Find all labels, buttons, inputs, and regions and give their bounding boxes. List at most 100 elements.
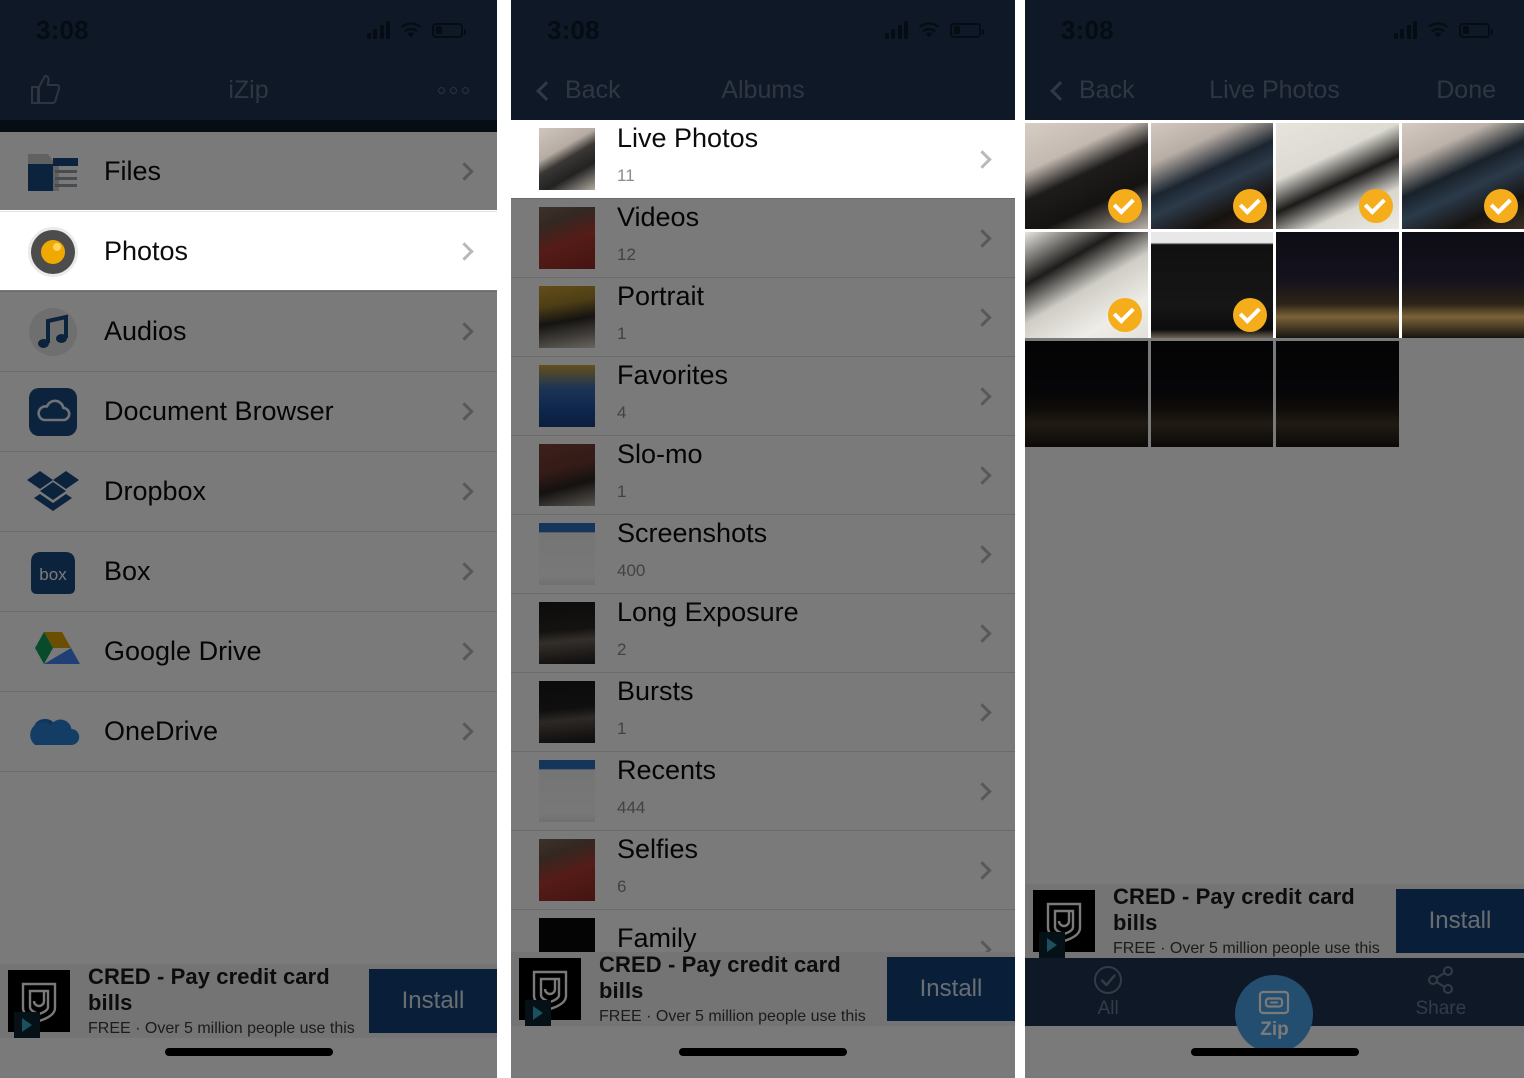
album-thumbnail bbox=[539, 681, 595, 743]
more-options-icon[interactable] bbox=[438, 86, 469, 94]
album-thumbnail bbox=[539, 365, 595, 427]
ad-subtitle: FREE · Over 5 million people use this bbox=[1113, 940, 1380, 957]
list-item[interactable]: Favorites 4 bbox=[511, 357, 1015, 436]
tab-share[interactable]: Share bbox=[1358, 965, 1524, 1020]
photo-cell[interactable] bbox=[1276, 123, 1399, 229]
album-name: Live Photos bbox=[617, 122, 759, 153]
zip-archive-icon bbox=[1258, 987, 1290, 1017]
install-button[interactable]: Install bbox=[887, 957, 1015, 1021]
chevron-right-icon bbox=[455, 162, 474, 181]
selected-check-icon[interactable] bbox=[1107, 298, 1142, 332]
cred-shield-icon bbox=[8, 970, 70, 1038]
ad-title: CRED - Pay credit card bills bbox=[1113, 884, 1355, 935]
list-item[interactable]: Recents 444 bbox=[511, 752, 1015, 831]
selected-check-icon[interactable] bbox=[1484, 189, 1518, 223]
photo-grid bbox=[1025, 120, 1524, 447]
sidebar-item-onedrive[interactable]: OneDrive bbox=[0, 692, 497, 772]
photo-cell[interactable] bbox=[1276, 341, 1399, 447]
ad-banner[interactable]: CRED - Pay credit card bills FREE · Over… bbox=[511, 952, 1015, 1026]
ad-text: CRED - Pay credit card bills FREE · Over… bbox=[599, 952, 887, 1026]
chevron-right-icon bbox=[455, 562, 474, 581]
done-label: Done bbox=[1436, 75, 1496, 104]
photo-cell[interactable] bbox=[1276, 232, 1399, 338]
list-item[interactable]: Bursts 1 bbox=[511, 673, 1015, 752]
sidebar-item-files[interactable]: Files bbox=[0, 132, 497, 212]
chevron-right-icon bbox=[973, 465, 992, 485]
selected-check-icon[interactable] bbox=[1358, 189, 1393, 223]
list-item[interactable]: Selfies 6 bbox=[511, 831, 1015, 910]
status-time: 3:08 bbox=[547, 14, 600, 45]
photo-cell[interactable] bbox=[1025, 123, 1148, 229]
sidebar-item-label: Audios bbox=[104, 316, 187, 346]
chevron-right-icon bbox=[973, 623, 992, 643]
wifi-icon bbox=[918, 21, 940, 39]
photo-cell-empty bbox=[1402, 341, 1524, 447]
photo-cell[interactable] bbox=[1401, 123, 1524, 229]
install-button[interactable]: Install bbox=[1396, 889, 1524, 953]
album-count: 400 bbox=[617, 561, 646, 581]
album-count: 1 bbox=[617, 324, 627, 344]
ad-choices-icon[interactable] bbox=[525, 1000, 551, 1026]
tab-label: All bbox=[1097, 997, 1119, 1019]
list-item[interactable]: Live Photos 11 bbox=[511, 120, 1015, 199]
photo-cell[interactable] bbox=[1150, 232, 1273, 338]
album-name: Portrait bbox=[617, 280, 705, 311]
chevron-right-icon bbox=[455, 242, 474, 261]
album-count: 1 bbox=[617, 482, 627, 502]
list-item[interactable]: Screenshots 400 bbox=[511, 515, 1015, 594]
selected-check-icon[interactable] bbox=[1233, 189, 1267, 223]
panel-gap-1 bbox=[497, 0, 511, 1078]
chevron-right-icon bbox=[973, 544, 992, 564]
files-folder-icon bbox=[22, 141, 84, 203]
list-item[interactable]: Portrait 1 bbox=[511, 278, 1015, 357]
battery-icon bbox=[1459, 22, 1493, 38]
tab-label: Zip bbox=[1260, 1019, 1289, 1040]
music-note-icon bbox=[22, 301, 84, 363]
ad-banner[interactable]: CRED - Pay credit card bills FREE · Over… bbox=[0, 964, 497, 1038]
photo-cell[interactable] bbox=[1025, 341, 1148, 447]
album-thumbnail bbox=[539, 286, 595, 348]
album-name: Favorites bbox=[617, 359, 729, 390]
sidebar-item-box[interactable]: box Box bbox=[0, 532, 497, 612]
photo-thumbnail bbox=[1150, 341, 1273, 447]
cred-shield-icon bbox=[519, 958, 581, 1026]
status-indicators bbox=[884, 21, 984, 39]
photo-thumbnail bbox=[1276, 232, 1399, 338]
sidebar-item-label: Files bbox=[104, 156, 162, 186]
status-bar: 3:08 bbox=[0, 0, 497, 60]
photo-grid-container bbox=[1025, 120, 1524, 980]
thumbs-up-icon[interactable] bbox=[28, 73, 64, 107]
sidebar-item-document-browser[interactable]: Document Browser bbox=[0, 372, 497, 452]
install-button[interactable]: Install bbox=[369, 969, 497, 1033]
battery-icon bbox=[432, 22, 466, 38]
panel-live-photos: 3:08 Back Live Photos Done CRED - Pay cr… bbox=[1025, 0, 1524, 1078]
sidebar-item-label: OneDrive bbox=[104, 716, 219, 746]
photo-cell[interactable] bbox=[1401, 232, 1524, 338]
sidebar-item-photos[interactable]: Photos bbox=[0, 212, 497, 292]
selected-check-icon[interactable] bbox=[1107, 189, 1142, 223]
ad-choices-icon[interactable] bbox=[1039, 932, 1065, 958]
zip-button[interactable]: Zip bbox=[1235, 975, 1314, 1053]
photo-cell[interactable] bbox=[1025, 232, 1148, 338]
list-item[interactable]: Slo-mo 1 bbox=[511, 436, 1015, 515]
list-item[interactable]: Videos 12 bbox=[511, 199, 1015, 278]
ad-choices-icon[interactable] bbox=[14, 1012, 40, 1038]
album-name: Screenshots bbox=[617, 517, 768, 548]
album-thumbnail bbox=[539, 128, 595, 190]
ad-banner[interactable]: CRED - Pay credit card bills FREE · Over… bbox=[1025, 884, 1524, 958]
album-thumbnail bbox=[539, 444, 595, 506]
ad-subtitle: FREE · Over 5 million people use this bbox=[599, 1008, 866, 1025]
sidebar-item-google-drive[interactable]: Google Drive bbox=[0, 612, 497, 692]
list-item[interactable]: Long Exposure 2 bbox=[511, 594, 1015, 673]
sidebar-item-dropbox[interactable]: Dropbox bbox=[0, 452, 497, 532]
photo-cell[interactable] bbox=[1150, 123, 1273, 229]
photo-cell[interactable] bbox=[1150, 341, 1273, 447]
sidebar-item-audios[interactable]: Audios bbox=[0, 292, 497, 372]
done-button[interactable]: Done bbox=[1436, 76, 1496, 105]
tab-all[interactable]: All bbox=[1025, 965, 1191, 1020]
album-name: Family bbox=[617, 922, 697, 953]
selected-check-icon[interactable] bbox=[1233, 298, 1267, 332]
back-button[interactable]: Back bbox=[1050, 76, 1135, 105]
back-button[interactable]: Back bbox=[536, 76, 621, 105]
album-thumbnail bbox=[539, 760, 595, 822]
